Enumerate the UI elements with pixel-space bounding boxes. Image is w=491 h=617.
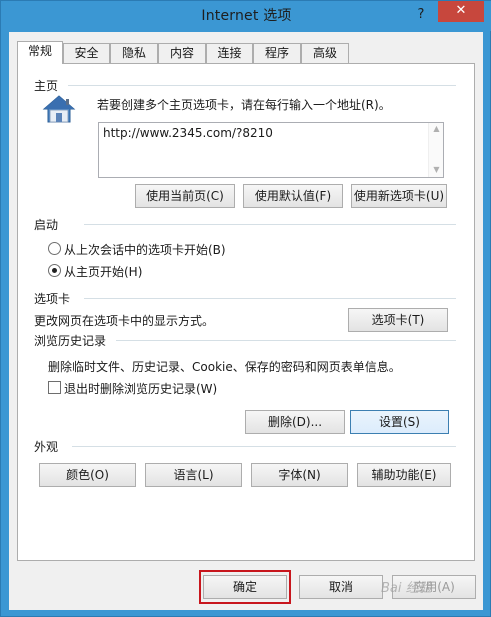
radio-homepage-label: 从主页开始(H) <box>64 265 143 279</box>
baidu-watermark: Bai 经验 <box>381 581 432 596</box>
homepage-url-value: http://www.2345.com/?8210 <box>103 126 273 140</box>
tab-general[interactable]: 常规 <box>17 41 63 64</box>
radio-last-session-label: 从上次会话中的选项卡开始(B) <box>64 243 226 257</box>
use-default-button[interactable]: 使用默认值(F) <box>243 184 343 208</box>
history-description: 删除临时文件、历史记录、Cookie、保存的密码和网页表单信息。 <box>48 360 401 374</box>
colors-button[interactable]: 颜色(O) <box>39 463 136 487</box>
appearance-section-title: 外观 <box>34 440 59 454</box>
homepage-instruction: 若要创建多个主页选项卡，请在每行输入一个地址(R)。 <box>97 98 391 112</box>
tab-privacy[interactable]: 隐私 <box>110 43 158 63</box>
radio-last-session[interactable] <box>48 242 61 255</box>
use-current-button[interactable]: 使用当前页(C) <box>135 184 235 208</box>
startup-divider <box>84 224 456 225</box>
internet-options-window: Internet 选项 ? ✕ 常规 安全 隐私 内容 连接 程序 高级 主页 <box>0 0 491 617</box>
help-button[interactable]: ? <box>413 7 429 23</box>
use-new-tab-button[interactable]: 使用新选项卡(U) <box>351 184 447 208</box>
home-icon <box>42 95 76 123</box>
delete-history-button[interactable]: 删除(D)... <box>245 410 345 434</box>
scroll-down-icon[interactable]: ▼ <box>432 165 441 174</box>
fonts-button[interactable]: 字体(N) <box>251 463 348 487</box>
delete-on-exit-checkbox[interactable] <box>48 381 61 394</box>
cancel-button[interactable]: 取消 <box>299 575 383 599</box>
tabs-divider <box>84 298 456 299</box>
general-tab-panel: 主页 若要创建多个主页选项卡，请在每行输入一个地址(R)。 http://www… <box>17 63 475 561</box>
tab-security[interactable]: 安全 <box>63 43 110 63</box>
delete-on-exit-label: 退出时删除浏览历史记录(W) <box>64 382 218 396</box>
scroll-up-icon[interactable]: ▲ <box>432 124 441 133</box>
radio-homepage[interactable] <box>48 264 61 277</box>
accessibility-button[interactable]: 辅助功能(E) <box>357 463 451 487</box>
tabs-description: 更改网页在选项卡中的显示方式。 <box>34 314 215 328</box>
ok-button-highlight <box>199 570 291 604</box>
startup-section-title: 启动 <box>34 218 59 232</box>
history-divider <box>116 340 456 341</box>
homepage-url-textarea[interactable]: http://www.2345.com/?8210 ▲ ▼ <box>98 122 444 178</box>
textarea-scrollbar[interactable]: ▲ ▼ <box>428 123 443 177</box>
close-button[interactable]: ✕ <box>438 1 484 22</box>
tab-advanced[interactable]: 高级 <box>301 43 349 63</box>
homepage-section-title: 主页 <box>34 79 59 93</box>
tab-programs[interactable]: 程序 <box>253 43 301 63</box>
tab-content[interactable]: 内容 <box>158 43 206 63</box>
history-settings-button[interactable]: 设置(S) <box>350 410 449 434</box>
tab-connections[interactable]: 连接 <box>206 43 253 63</box>
appearance-divider <box>72 446 456 447</box>
homepage-divider <box>68 85 456 86</box>
tabs-settings-button[interactable]: 选项卡(T) <box>348 308 448 332</box>
tabs-section-title: 选项卡 <box>34 292 71 306</box>
title-bar[interactable]: Internet 选项 ? ✕ <box>1 1 491 31</box>
languages-button[interactable]: 语言(L) <box>145 463 242 487</box>
history-section-title: 浏览历史记录 <box>34 334 107 348</box>
dialog-client-area: 常规 安全 隐私 内容 连接 程序 高级 主页 若要创建多个主页选项卡，请在每行… <box>9 32 483 610</box>
